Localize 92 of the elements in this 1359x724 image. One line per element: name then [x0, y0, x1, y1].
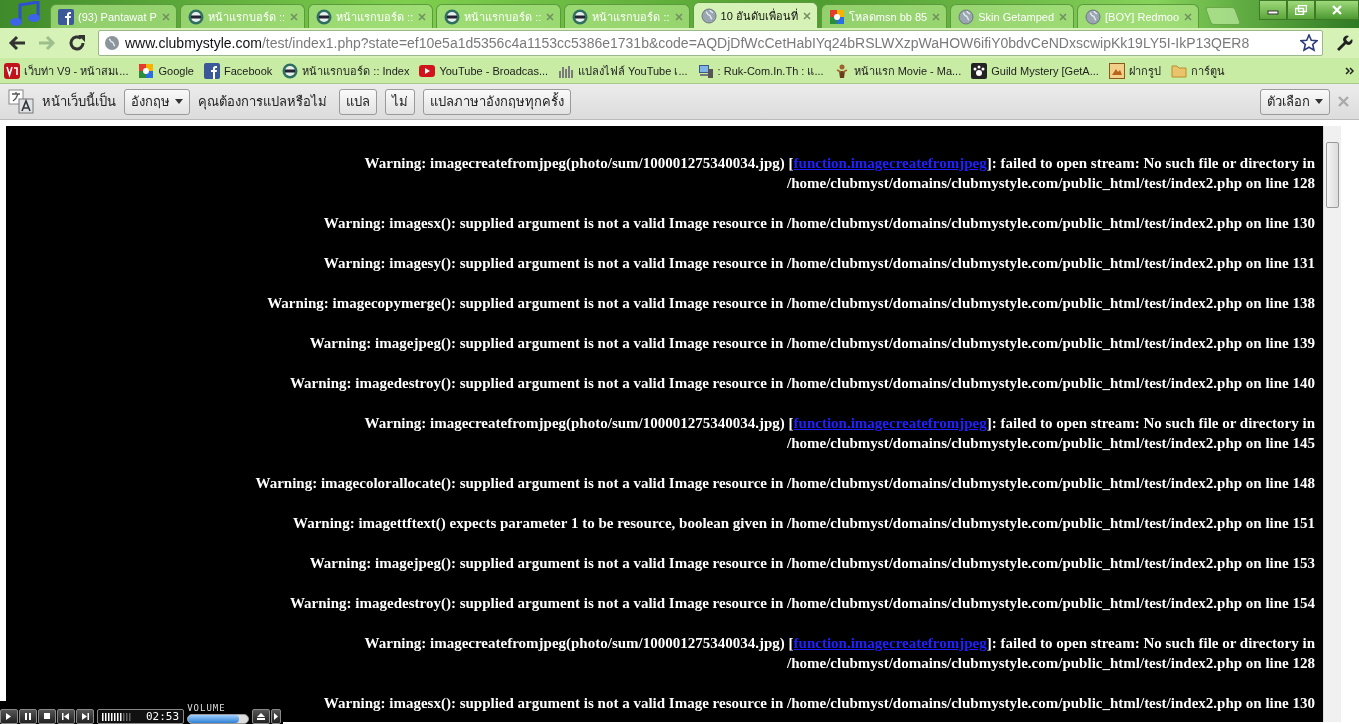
previous-icon [60, 711, 72, 722]
translate-button[interactable]: แปลภาษาอังกฤษทุกครั้ง [423, 88, 571, 115]
wrench-icon[interactable] [1335, 34, 1353, 52]
bookmark[interactable]: หน้าแรก Movie - Ma... [833, 61, 962, 80]
warning-message: Warning: imagecreatefromjpeg(photo/sum/100001275340034.jpg) [function.imagecreatefromjpeg]: failed to open stream: No such file or directory in /home/clubmyst/domains/clubmystyle.com/public_html/test/index2.php on line 128 [363, 634, 1315, 673]
bookmark[interactable]: : Ruk-Com.In.Th : แ... [697, 61, 824, 80]
tab-close-icon [673, 11, 684, 22]
emblem-icon [572, 8, 589, 25]
warning-message: Warning: imagedestroy(): supplied argument is not a valid Image resource in /home/clubmyst/domains/clubmystyle.com/public_html/test/index2.php on line 154 [289, 594, 1315, 613]
next-button[interactable] [76, 709, 94, 724]
options-dropdown[interactable]: ตัวเลือก [1260, 88, 1330, 115]
warning-message: Warning: imagettftext() expects parameter 1 to be resource, boolean given in /home/clubmyst/domains/clubmystyle.com/public_html/test/index2.php on line 151 [292, 514, 1315, 533]
translate-button[interactable]: แปล [339, 88, 377, 115]
bookmark[interactable]: Guild Mystery [GetA... [971, 62, 1099, 79]
tiles-icon [138, 62, 155, 79]
warning-message: Warning: imagesx(): supplied argument is not a valid Image resource in /home/clubmyst/domains/clubmystyle.com/public_html/test/index2.php on line 130 [323, 214, 1315, 233]
expand-button[interactable] [271, 709, 282, 724]
bookmark[interactable]: หน้าแรกบอร์ด :: Index [282, 61, 410, 80]
arrow-icon [273, 711, 280, 722]
address-bar[interactable]: www.clubmystyle.com/test/index1.php?state=ef10e5a1d5356c4a1153cc5386e1731b&code=AQDjDfWcCetHabIYq24bRSLWXzpWaHOW6ifiY0bdvCeNDxscwipKk19LY5I-IkP13QER8 [98, 30, 1323, 56]
warning-message: Warning: imagejpeg(): supplied argument is not a valid Image resource in /home/clubmyst/domains/clubmystyle.com/public_html/test/index2.php on line 139 [309, 334, 1315, 353]
social-icon [58, 8, 74, 25]
emblem-icon [444, 8, 461, 25]
bookmark[interactable]: YouTube - Broadcas... [419, 62, 549, 79]
frame-icon [1108, 62, 1125, 79]
globe-icon [958, 8, 975, 25]
back-icon[interactable] [8, 35, 26, 51]
warning-message: Warning: imagecreatefromjpeg(photo/sum/100001275340034.jpg) [function.imagecreatefromjpeg]: failed to open stream: No such file or directory in /home/clubmyst/domains/clubmystyle.com/public_html/test/index2.php on line 128 [363, 154, 1315, 193]
eject-icon [255, 711, 268, 722]
warning-message: Warning: imagecolorallocate(): supplied argument is not a valid Image resource in /home/clubmyst/domains/clubmystyle.com/public_html/test/index2.php on line 148 [255, 474, 1315, 493]
volume-slider[interactable] [187, 714, 250, 724]
badge-icon [4, 62, 20, 79]
tab-close-icon [801, 10, 812, 21]
warning-message: Warning: imagesx(): supplied argument is not a valid Image resource in /home/clubmyst/domains/clubmystyle.com/public_html/test/index2.php on line 130 [323, 694, 1315, 713]
stop-icon [41, 711, 53, 722]
bookmark[interactable]: ฝากรูป [1108, 61, 1161, 80]
globe-icon [1085, 8, 1102, 25]
star-icon[interactable] [1300, 34, 1318, 52]
reload-icon[interactable] [68, 34, 86, 52]
tiles-icon [828, 8, 845, 25]
warning-message: Warning: imagecopymerge(): supplied argument is not a valid Image resource in /home/clubmyst/domains/clubmystyle.com/public_html/test/index2.php on line 138 [267, 294, 1315, 313]
caret-icon [1315, 99, 1323, 104]
close-button[interactable] [1315, 0, 1359, 20]
paw-icon [971, 62, 988, 79]
bookmark[interactable]: Facebook [203, 62, 273, 79]
emblem-icon [187, 8, 204, 25]
translate-button[interactable]: ไม่ [385, 88, 415, 115]
time-display: 02:53 [146, 711, 180, 722]
previous-button[interactable] [57, 709, 75, 724]
globe-icon [700, 7, 717, 24]
close-icon [1331, 5, 1343, 15]
emblem-icon [282, 62, 299, 79]
play-button[interactable] [0, 709, 18, 724]
tab-close-icon [417, 11, 428, 22]
translate-question: คุณต้องการแปลหรือไม่ [198, 93, 327, 112]
warning-message: Warning: imagecreatefromjpeg(photo/sum/100001275340034.jpg) [function.imagecreatefromjpeg]: failed to open stream: No such file or directory in /home/clubmyst/domains/clubmystyle.com/public_html/test/index2.php on line 145 [363, 414, 1315, 453]
restore-button[interactable] [1287, 0, 1315, 20]
scrollbar[interactable] [1323, 126, 1341, 722]
pause-button[interactable] [19, 709, 37, 724]
warning-message: Warning: imagedestroy(): supplied argument is not a valid Image resource in /home/clubmyst/domains/clubmystyle.com/public_html/test/index2.php on line 140 [289, 374, 1315, 393]
warning-message: Warning: imagejpeg(): supplied argument is not a valid Image resource in /home/clubmyst/domains/clubmystyle.com/public_html/test/index2.php on line 153 [309, 554, 1315, 573]
browser-tab[interactable]: 10 อันดับเพื่อนที่ [692, 2, 818, 28]
restore-icon [1295, 5, 1307, 15]
eject-button[interactable] [252, 709, 271, 724]
tab-close-icon [931, 11, 942, 22]
tab-close-icon [160, 11, 171, 22]
chevron-icon[interactable] [1345, 65, 1355, 76]
language-dropdown[interactable]: อังกฤษ [124, 88, 190, 115]
volume-label: VOLUME [187, 703, 227, 713]
tab-close-icon [1183, 11, 1194, 22]
computer-icon [697, 62, 714, 79]
tab-close-icon [1058, 11, 1069, 22]
folder-icon [1170, 62, 1187, 79]
play-icon [419, 62, 436, 79]
next-icon [79, 711, 91, 722]
social-icon [203, 62, 220, 79]
warning-message: Warning: imagesy(): supplied argument is not a valid Image resource in /home/clubmyst/domains/clubmystyle.com/public_html/test/index2.php on line 131 [323, 254, 1315, 273]
bookmark[interactable]: Google [138, 62, 194, 79]
bookmark[interactable]: การ์ตูน [1170, 61, 1225, 80]
stop-button[interactable] [38, 709, 56, 724]
tab-close-icon [289, 11, 300, 22]
tab-close-icon [545, 11, 556, 22]
pause-icon [22, 711, 34, 722]
bookmark[interactable]: เว็บท่า V9 - หน้าสมเ... [4, 61, 129, 80]
emblem-icon [316, 8, 333, 25]
bookmark[interactable]: แปลงไฟล์ YouTube เ... [558, 61, 688, 80]
globe-icon [104, 35, 120, 51]
page-language-label: หน้าเว็บนี้เป็น [42, 91, 116, 111]
minimize-button[interactable] [1259, 0, 1287, 20]
translate-icon [8, 88, 34, 115]
scroll-thumb[interactable] [1326, 142, 1339, 208]
caret-icon [175, 99, 183, 104]
